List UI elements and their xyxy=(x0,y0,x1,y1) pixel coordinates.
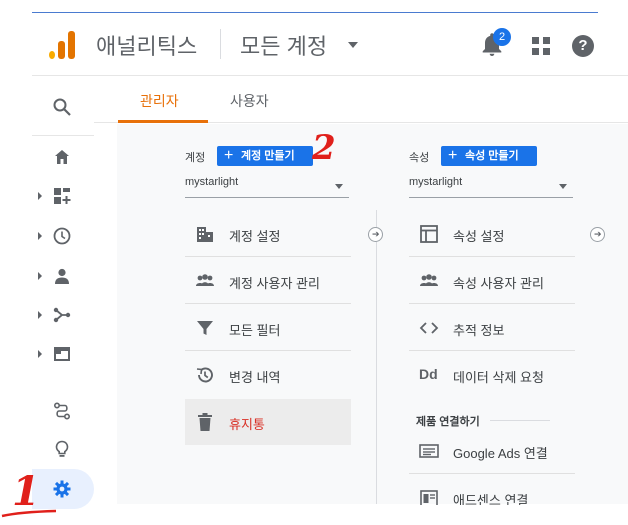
search-icon xyxy=(53,98,71,116)
nav-realtime[interactable] xyxy=(32,218,94,254)
plus-icon: + xyxy=(448,147,458,164)
annotation-number-2: 2 xyxy=(312,128,336,168)
menu-account-settings[interactable]: 계정 설정 xyxy=(185,211,351,257)
create-property-button[interactable]: + 속성 만들기 xyxy=(441,146,537,166)
column-arrow-icon: ➔ xyxy=(368,227,383,242)
chevron-down-icon[interactable] xyxy=(348,42,358,48)
menu-property-user-management[interactable]: 속성 사용자 관리 xyxy=(409,258,575,304)
dropdown-arrow-icon xyxy=(335,184,343,189)
help-icon[interactable]: ? xyxy=(572,35,594,57)
home-icon xyxy=(55,150,69,164)
property-column-label: 속성 xyxy=(409,152,430,164)
expand-arrow-icon xyxy=(38,350,42,358)
people-icon xyxy=(196,274,214,286)
adsense-icon xyxy=(420,490,438,505)
app-name: 애널리틱스 xyxy=(96,34,198,59)
customization-icon xyxy=(54,188,71,204)
menu-google-ads-linking[interactable]: Google Ads 연결 xyxy=(409,428,575,474)
trash-icon xyxy=(198,413,212,431)
menu-adsense-linking[interactable]: 애드센스 연결 xyxy=(409,475,575,505)
nav-customization[interactable] xyxy=(32,178,94,214)
expand-arrow-icon xyxy=(38,272,42,280)
audience-person-icon xyxy=(55,268,69,284)
realtime-clock-icon xyxy=(53,227,71,245)
nav-behavior[interactable] xyxy=(32,336,94,372)
notification-badge: 2 xyxy=(493,28,511,46)
tab-admin[interactable]: 관리자 xyxy=(140,91,179,111)
create-account-button[interactable]: + 계정 만들기 xyxy=(217,146,313,166)
behavior-icon xyxy=(54,347,70,361)
annotation-underline xyxy=(1,509,57,518)
app-header: 애널리틱스 모든 계정 2 ? xyxy=(32,13,628,76)
menu-account-user-management[interactable]: 계정 사용자 관리 xyxy=(185,258,351,304)
building-icon xyxy=(197,227,213,242)
menu-data-deletion-requests[interactable]: Dd 데이터 삭제 요청 xyxy=(409,352,575,398)
dropdown-arrow-icon xyxy=(559,184,567,189)
attribution-icon xyxy=(53,402,71,420)
nav-search[interactable] xyxy=(32,89,94,125)
expand-arrow-icon xyxy=(38,311,42,319)
product-linking-title: 제품 연결하기 xyxy=(416,416,480,428)
column-separator xyxy=(376,210,377,504)
nav-discover[interactable] xyxy=(32,431,94,467)
left-nav-sidebar xyxy=(32,77,94,509)
window-icon xyxy=(420,225,438,243)
section-divider xyxy=(490,420,550,421)
admin-gear-icon xyxy=(53,480,71,498)
acquisition-icon xyxy=(53,307,71,323)
ads-icon xyxy=(419,444,439,458)
dd-icon: Dd xyxy=(419,366,438,382)
nav-attribution[interactable] xyxy=(32,393,94,429)
menu-property-settings[interactable]: 속성 설정 xyxy=(409,211,575,257)
account-picker-label[interactable]: 모든 계정 xyxy=(240,29,327,61)
menu-change-history[interactable]: 변경 내역 xyxy=(185,352,351,398)
menu-trash[interactable]: 휴지통 xyxy=(185,399,351,445)
apps-grid-icon[interactable] xyxy=(532,37,550,55)
analytics-logo-icon[interactable] xyxy=(48,31,76,59)
sidebar-divider xyxy=(32,135,94,136)
property-selector[interactable]: mystarlight xyxy=(409,176,573,198)
nav-home[interactable] xyxy=(32,139,94,175)
filter-icon xyxy=(197,321,213,335)
people-icon xyxy=(420,274,438,286)
column-arrow-icon: ➔ xyxy=(590,227,605,242)
admin-tabbar: 관리자 사용자 xyxy=(94,77,628,123)
account-column-label: 계정 xyxy=(185,152,206,164)
code-icon xyxy=(419,322,439,334)
expand-arrow-icon xyxy=(38,192,42,200)
menu-tracking-info[interactable]: 추적 정보 xyxy=(409,305,575,351)
analytics-admin-screen: 애널리틱스 모든 계정 2 ? 관리자 사용자 계정 + 계정 만들기 myst… xyxy=(0,0,628,525)
header-divider xyxy=(220,29,221,59)
nav-acquisition[interactable] xyxy=(32,297,94,333)
account-selector[interactable]: mystarlight xyxy=(185,176,349,198)
nav-admin[interactable] xyxy=(32,469,94,509)
expand-arrow-icon xyxy=(38,232,42,240)
nav-audience[interactable] xyxy=(32,258,94,294)
plus-icon: + xyxy=(224,147,234,164)
menu-all-filters[interactable]: 모든 필터 xyxy=(185,305,351,351)
discover-bulb-icon xyxy=(55,440,69,457)
tab-users[interactable]: 사용자 xyxy=(230,91,269,111)
history-icon xyxy=(196,367,213,383)
active-tab-indicator xyxy=(118,120,208,123)
